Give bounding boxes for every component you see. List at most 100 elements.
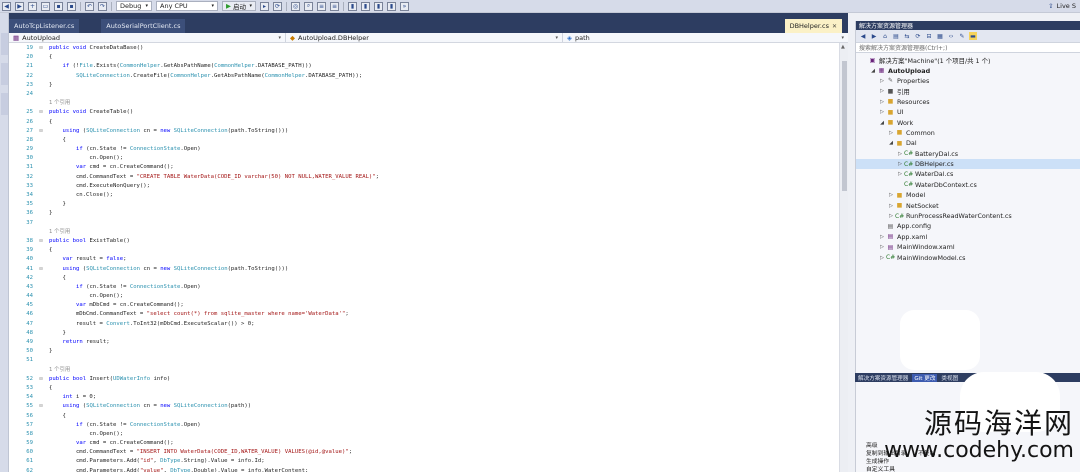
expand-arrow-icon[interactable]: ▷ xyxy=(896,171,904,177)
expand-arrow-icon[interactable]: ◢ xyxy=(869,68,877,74)
toolbar-overflow-icon[interactable]: » xyxy=(400,1,409,11)
fold-toggle-icon[interactable]: ⊟ xyxy=(37,375,45,384)
platform-select[interactable]: Any CPU ▾ xyxy=(156,1,218,11)
undo-icon[interactable]: ↶ xyxy=(85,1,94,11)
tab-solution-explorer[interactable]: 解决方案资源管理器 xyxy=(858,374,908,382)
expand-arrow-icon[interactable]: ◢ xyxy=(887,140,895,146)
scrollbar-thumb[interactable] xyxy=(842,61,847,191)
class-dropdown[interactable]: ◆ AutoUpload.DBHelper ▾ xyxy=(286,33,563,42)
tab-dbhelper[interactable]: DBHelper.cs ✕ xyxy=(784,19,842,33)
editor-vertical-scrollbar[interactable]: ▲ xyxy=(839,43,848,472)
tree-node[interactable]: ▷ C# MainWindowModel.cs xyxy=(856,252,1080,262)
save-all-icon[interactable]: ▪ xyxy=(67,1,76,11)
tree-node[interactable]: ▷ C# BatteryDal.cs xyxy=(856,149,1080,159)
fold-toggle-icon[interactable]: ⊟ xyxy=(37,108,45,117)
tab-autoserialportclient[interactable]: AutoSerialPortClient.cs xyxy=(101,19,186,33)
fold-toggle-icon[interactable]: ⊟ xyxy=(37,237,45,246)
pending-changes-filter-icon[interactable]: ⇆ xyxy=(903,32,911,40)
data-sources-tab[interactable] xyxy=(1,93,8,115)
tree-node[interactable]: ◢ ▦ AutoUpload xyxy=(856,65,1080,75)
codelens-reference[interactable]: 1 个引用 xyxy=(9,99,839,108)
member-dropdown[interactable]: ◈ path ▾ xyxy=(563,33,848,42)
preview-icon[interactable]: ▬ xyxy=(969,32,977,40)
project-dropdown[interactable]: ▦ AutoUpload ▾ xyxy=(9,33,286,42)
tree-node[interactable]: ▷ C# DBHelper.cs xyxy=(856,158,1080,170)
forward-icon[interactable]: ▶ xyxy=(15,1,24,11)
live-share-button[interactable]: ⇪ Live S xyxy=(1048,2,1080,10)
save-icon[interactable]: ▪ xyxy=(54,1,63,11)
expand-arrow-icon[interactable]: ▷ xyxy=(878,109,886,115)
redo-icon[interactable]: ↷ xyxy=(98,1,107,11)
tree-node[interactable]: ▷ C# WaterDal.cs xyxy=(856,169,1080,179)
tree-node[interactable]: ▣ 解决方案"Machine"(1 个项目/共 1 个) xyxy=(856,55,1080,65)
hot-reload-icon[interactable]: ⟳ xyxy=(273,1,282,11)
start-button[interactable]: ▶ 启动 ▾ xyxy=(222,1,256,11)
back-icon[interactable]: ◀ xyxy=(2,1,11,11)
expand-arrow-icon[interactable]: ▷ xyxy=(878,255,886,261)
attach-icon[interactable]: ▸ xyxy=(260,1,269,11)
back-icon[interactable]: ◀ xyxy=(859,32,867,40)
expand-arrow-icon[interactable]: ◢ xyxy=(878,120,886,126)
tree-node[interactable]: ▷ ■ UI xyxy=(856,107,1080,117)
bookmark-prev-icon[interactable]: ▮ xyxy=(361,1,370,11)
properties-row-custom-tool[interactable]: 自定义工具 xyxy=(866,464,895,472)
expand-arrow-icon[interactable]: ▷ xyxy=(887,213,895,219)
fold-toggle-icon[interactable]: ⊟ xyxy=(37,44,45,53)
expand-arrow-icon[interactable]: ▷ xyxy=(887,192,895,198)
show-all-files-icon[interactable]: ▦ xyxy=(936,32,944,40)
expand-arrow-icon[interactable]: ▷ xyxy=(896,151,904,157)
expand-arrow-icon[interactable]: ▷ xyxy=(878,234,886,240)
expand-arrow-icon[interactable]: ▷ xyxy=(878,244,886,250)
code-editor[interactable]: 19 ⊟ public void CreateDataBase() 20 {21 if … xyxy=(9,43,839,472)
fold-toggle-icon[interactable]: ⊟ xyxy=(37,265,45,274)
uncomment-icon[interactable]: ≡ xyxy=(330,1,339,11)
close-icon[interactable]: ✕ xyxy=(832,23,837,30)
expand-arrow-icon[interactable]: ▷ xyxy=(878,99,886,105)
scroll-up-icon[interactable]: ▲ xyxy=(841,44,845,50)
tree-node[interactable]: ▷ ✎ Properties xyxy=(856,76,1080,86)
expand-arrow-icon[interactable]: ▷ xyxy=(887,203,895,209)
view-code-icon[interactable]: ‹› xyxy=(947,32,955,40)
codelens-reference[interactable]: 1 个引用 xyxy=(9,228,839,237)
collapse-all-icon[interactable]: ⊟ xyxy=(925,32,933,40)
configuration-select[interactable]: Debug ▾ xyxy=(116,1,152,11)
expand-arrow-icon[interactable]: ▷ xyxy=(878,88,886,94)
tree-node[interactable]: ▷ ■ Resources xyxy=(856,97,1080,107)
tree-node[interactable]: ▷ ■ NetSocket xyxy=(856,200,1080,210)
tree-node[interactable]: ▷ ■ Model xyxy=(856,190,1080,200)
comment-icon[interactable]: ≡ xyxy=(317,1,326,11)
codelens-reference[interactable]: 1 个引用 xyxy=(9,366,839,375)
open-folder-icon[interactable]: ▭ xyxy=(41,1,50,11)
tree-node[interactable]: ◢ ■ Work xyxy=(856,117,1080,127)
switch-views-icon[interactable]: ▤ xyxy=(892,32,900,40)
bookmark-clear-icon[interactable]: ▮ xyxy=(387,1,396,11)
tree-node[interactable]: ▷ ▤ App.xaml xyxy=(856,232,1080,242)
tree-node[interactable]: ▷ C# RunProcessReadWaterContent.cs xyxy=(856,211,1080,221)
forward-icon[interactable]: ▶ xyxy=(870,32,878,40)
tree-node[interactable]: ▤ App.config xyxy=(856,221,1080,231)
home-icon[interactable]: ⌂ xyxy=(881,32,889,40)
sync-icon[interactable]: ⟳ xyxy=(914,32,922,40)
bookmark-next-icon[interactable]: ▮ xyxy=(374,1,383,11)
toolbox-tab[interactable] xyxy=(1,63,8,85)
fold-toggle-icon[interactable]: ⊟ xyxy=(37,402,45,411)
tree-node[interactable]: ▷ ▤ MainWindow.xaml xyxy=(856,242,1080,252)
expand-arrow-icon[interactable]: ▷ xyxy=(896,161,904,167)
solution-explorer-search[interactable]: 搜索解决方案资源管理器(Ctrl+;) xyxy=(856,43,1080,53)
tab-class-view[interactable]: 类视图 xyxy=(941,374,958,382)
tree-node[interactable]: ▷ ■ Common xyxy=(856,128,1080,138)
browser-icon[interactable]: ◎ xyxy=(291,1,300,11)
bookmark-icon[interactable]: ▮ xyxy=(348,1,357,11)
tree-node[interactable]: ◢ ■ Dal xyxy=(856,138,1080,148)
properties-wrench-icon[interactable]: ✎ xyxy=(958,32,966,40)
server-explorer-tab[interactable] xyxy=(1,33,8,55)
expand-arrow-icon[interactable]: ▷ xyxy=(887,130,895,136)
new-file-icon[interactable]: + xyxy=(28,1,37,11)
find-icon[interactable]: ⌕ xyxy=(304,1,313,11)
tab-git-changes[interactable]: Git 更改 xyxy=(912,373,938,382)
tab-autotcplistener[interactable]: AutoTcpListener.cs xyxy=(9,19,80,33)
tree-node[interactable]: C# WaterDbContext.cs xyxy=(856,180,1080,190)
fold-toggle-icon[interactable]: ⊟ xyxy=(37,127,45,136)
expand-arrow-icon[interactable]: ▷ xyxy=(878,78,886,84)
tree-node[interactable]: ▷ ■ 引用 xyxy=(856,86,1080,96)
